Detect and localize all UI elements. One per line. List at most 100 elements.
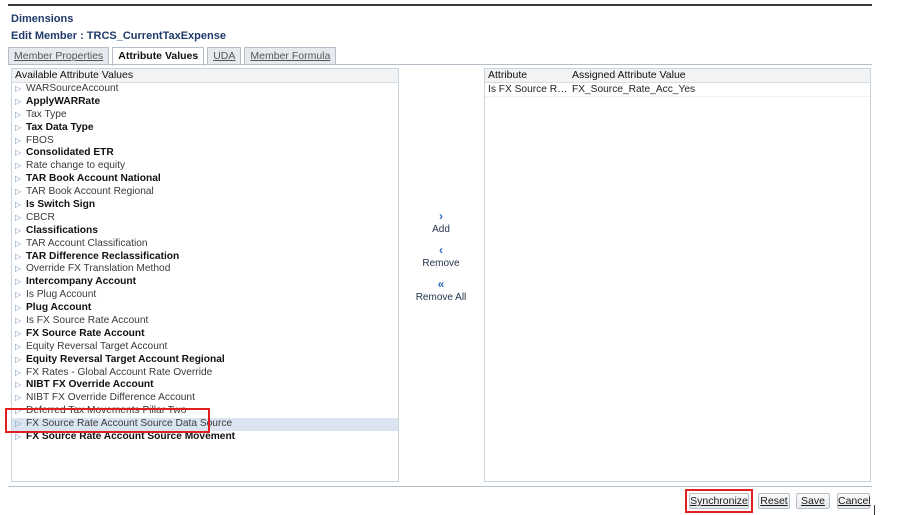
table-row[interactable]: Is FX Source Rate ... FX_Source_Rate_Acc… (485, 83, 870, 97)
tree-item[interactable]: ▷ Intercompany Account (12, 276, 398, 289)
tree-item[interactable]: ▷ Is Plug Account (12, 289, 398, 302)
tree-item[interactable]: ▷ Equity Reversal Target Account Regional (12, 354, 398, 367)
expand-arrow-icon[interactable]: ▷ (15, 315, 25, 327)
tree-item[interactable]: ▷ Tax Type (12, 109, 398, 122)
tree-item[interactable]: ▷ Tax Data Type (12, 122, 398, 135)
tab-divider (8, 64, 872, 65)
tab-member-properties[interactable]: Member Properties (8, 47, 110, 65)
tree-item[interactable]: ▷ Consolidated ETR (12, 147, 398, 160)
expand-arrow-icon[interactable]: ▷ (15, 199, 25, 211)
tree-item-label: TAR Difference Reclassification (26, 250, 180, 262)
assigned-value-cell: FX_Source_Rate_Acc_Yes (572, 84, 696, 95)
save-button[interactable]: Save (796, 493, 830, 509)
tree-item[interactable]: ▷ Deferred Tax Movements Pillar Two (12, 405, 398, 418)
tree-item-label: FBOS (26, 134, 54, 146)
tree-item[interactable]: ▷ TAR Book Account Regional (12, 186, 398, 199)
tree-item-label: Override FX Translation Method (26, 263, 171, 275)
tree-item-label: WARSourceAccount (26, 83, 119, 94)
tree-item[interactable]: ▷ Plug Account (12, 302, 398, 315)
expand-arrow-icon[interactable]: ▷ (15, 212, 25, 224)
expand-arrow-icon[interactable]: ▷ (15, 109, 25, 121)
expand-arrow-icon[interactable]: ▷ (15, 187, 25, 199)
tree-item[interactable]: ▷ Is Switch Sign (12, 199, 398, 212)
expand-arrow-icon[interactable]: ▷ (15, 431, 25, 443)
expand-arrow-icon[interactable]: ▷ (15, 419, 25, 431)
tree-item-label: Tax Data Type (26, 121, 94, 133)
expand-arrow-icon[interactable]: ▷ (15, 96, 25, 108)
tree-item-label: FX Source Rate Account Source Data Sourc… (26, 418, 233, 430)
expand-arrow-icon[interactable]: ▷ (15, 264, 25, 276)
tree-item-label: Classifications (26, 224, 98, 236)
tree-item[interactable]: ▷ Is FX Source Rate Account (12, 315, 398, 328)
tree-item[interactable]: ▷ TAR Book Account National (12, 173, 398, 186)
tree-item[interactable]: ▷ FX Source Rate Account Source Data Sour… (12, 418, 398, 432)
tree-item[interactable]: ▷ FX Rates - Global Account Rate Override (12, 367, 398, 380)
tree-item-label: Rate change to equity (26, 160, 126, 172)
reset-button[interactable]: Reset (758, 493, 790, 509)
tree-item[interactable]: ▷ FX Source Rate Account (12, 328, 398, 341)
expand-arrow-icon[interactable]: ▷ (15, 277, 25, 289)
chevron-left-icon: ‹ (439, 243, 443, 257)
cancel-button[interactable]: Cancel (837, 493, 871, 509)
tab-uda[interactable]: UDA (207, 47, 242, 65)
expand-arrow-icon[interactable]: ▷ (15, 135, 25, 147)
text-cursor (874, 505, 875, 515)
tree-item[interactable]: ▷ Classifications (12, 225, 398, 238)
synchronize-button[interactable]: Synchronize (689, 493, 749, 509)
add-button[interactable]: › Add (400, 210, 482, 235)
assigned-value-column-header[interactable]: Assigned Attribute Value (572, 69, 870, 82)
tree-item[interactable]: ▷ NIBT FX Override Account (12, 379, 398, 392)
tree-item-label: Is Plug Account (26, 289, 97, 301)
tree-item[interactable]: ▷ CBCR (12, 212, 398, 225)
tree-item[interactable]: ▷ WARSourceAccount (12, 83, 398, 96)
expand-arrow-icon[interactable]: ▷ (15, 406, 25, 418)
expand-arrow-icon[interactable]: ▷ (15, 380, 25, 392)
expand-arrow-icon[interactable]: ▷ (15, 83, 25, 95)
bottom-divider (8, 486, 872, 487)
expand-arrow-icon[interactable]: ▷ (15, 354, 25, 366)
expand-arrow-icon[interactable]: ▷ (15, 238, 25, 250)
tree-item[interactable]: ▷ TAR Difference Reclassification (12, 251, 398, 264)
expand-arrow-icon[interactable]: ▷ (15, 290, 25, 302)
expand-arrow-icon[interactable]: ▷ (15, 225, 25, 237)
tree-item-label: ApplyWARRate (26, 95, 101, 107)
tree-item[interactable]: ▷ FBOS (12, 135, 398, 148)
attribute-column-header[interactable]: Attribute (488, 69, 572, 82)
expand-arrow-icon[interactable]: ▷ (15, 148, 25, 160)
edit-member-title: Edit Member : TRCS_CurrentTaxExpense (11, 30, 226, 42)
tree-item-label: FX Rates - Global Account Rate Override (26, 366, 213, 378)
assigned-attribute-cell: Is FX Source Rate ... (488, 84, 569, 95)
tree-item[interactable]: ▷ Equity Reversal Target Account (12, 341, 398, 354)
tree-item-label: Is FX Source Rate Account (26, 315, 149, 327)
tree-item-label: Is Switch Sign (26, 199, 96, 211)
expand-arrow-icon[interactable]: ▷ (15, 393, 25, 405)
tab-bar: Member Properties Attribute Values UDA M… (8, 47, 339, 66)
expand-arrow-icon[interactable]: ▷ (15, 174, 25, 186)
remove-button[interactable]: ‹ Remove (400, 244, 482, 269)
tree-item[interactable]: ▷ NIBT FX Override Difference Account (12, 392, 398, 405)
expand-arrow-icon[interactable]: ▷ (15, 341, 25, 353)
tree-item[interactable]: ▷ Rate change to equity (12, 160, 398, 173)
tree-item[interactable]: ▷ TAR Account Classification (12, 238, 398, 251)
tree-item-label: TAR Book Account Regional (26, 186, 154, 198)
available-attribute-tree: ▷ WARSourceAccount ▷ ApplyWARRate ▷ Tax Type ▷… (12, 83, 398, 444)
expand-arrow-icon[interactable]: ▷ (15, 161, 25, 173)
tree-item[interactable]: ▷ Override FX Translation Method (12, 263, 398, 276)
double-chevron-left-icon: « (437, 277, 445, 291)
expand-arrow-icon[interactable]: ▷ (15, 367, 25, 379)
tab-member-formula[interactable]: Member Formula (244, 47, 337, 65)
tree-item[interactable]: ▷ ApplyWARRate (12, 96, 398, 109)
tree-item-label: NIBT FX Override Difference Account (26, 392, 195, 404)
expand-arrow-icon[interactable]: ▷ (15, 328, 25, 340)
tree-item-label: TAR Account Classification (26, 237, 148, 249)
available-column-header: Available Attribute Values (12, 69, 398, 83)
expand-arrow-icon[interactable]: ▷ (15, 251, 25, 263)
tree-item-label: NIBT FX Override Account (26, 379, 154, 391)
expand-arrow-icon[interactable]: ▷ (15, 303, 25, 315)
expand-arrow-icon[interactable]: ▷ (15, 122, 25, 134)
remove-all-button[interactable]: « Remove All (400, 278, 482, 303)
assigned-attribute-values-panel: Attribute Assigned Attribute Value Is FX… (484, 68, 871, 482)
tree-item[interactable]: ▷ FX Source Rate Account Source Movement (12, 431, 398, 444)
tree-item-label: FX Source Rate Account (26, 327, 145, 339)
tree-item-label: Equity Reversal Target Account Regional (26, 353, 225, 365)
